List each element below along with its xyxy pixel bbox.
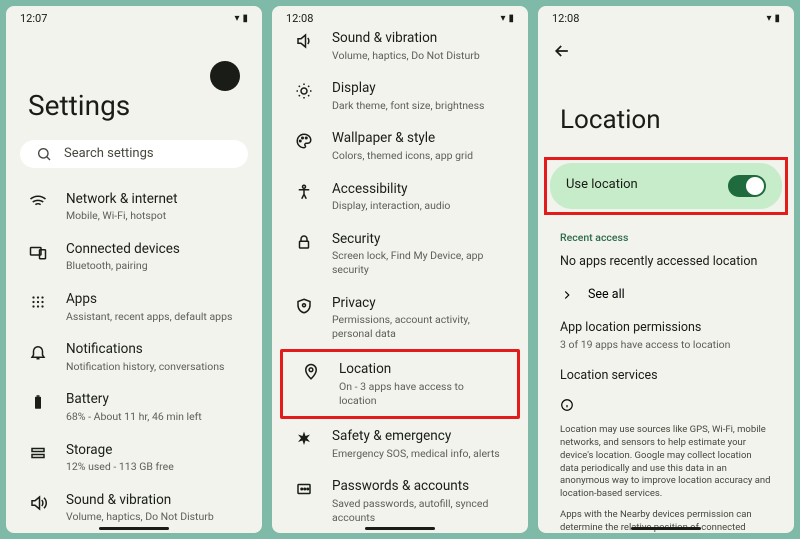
accessibility-icon — [294, 182, 314, 202]
highlight-location: LocationOn - 3 apps have access to locat… — [280, 349, 520, 419]
settings-scrolled-screen: 12:08 ▾▮ Sound & vibrationVolume, haptic… — [272, 6, 528, 533]
chevron-right-icon — [560, 288, 574, 302]
settings-item-display[interactable]: DisplayDark theme, font size, brightness — [276, 71, 524, 121]
settings-item-notifications[interactable]: NotificationsNotification history, conve… — [10, 332, 258, 382]
use-location-switch-on[interactable] — [728, 175, 766, 197]
settings-list: Sound & vibrationVolume, haptics, Do Not… — [272, 21, 528, 533]
settings-item-accessibility[interactable]: AccessibilityDisplay, interaction, audio — [276, 172, 524, 222]
page-title: Location — [538, 65, 794, 157]
settings-item-safety[interactable]: Safety & emergencyEmergency SOS, medical… — [276, 419, 524, 469]
settings-item-connected-devices[interactable]: Connected devicesBluetooth, pairing — [10, 232, 258, 282]
settings-item-passwords[interactable]: Passwords & accountsSaved passwords, aut… — [276, 469, 524, 533]
nav-handle[interactable] — [99, 527, 169, 530]
search-icon — [36, 146, 52, 162]
emergency-icon — [294, 429, 314, 449]
status-bar: 12:08 ▾▮ — [538, 6, 794, 27]
bell-icon — [28, 342, 48, 362]
settings-item-wallpaper[interactable]: Wallpaper & styleColors, themed icons, a… — [276, 121, 524, 171]
settings-item-sound[interactable]: Sound & vibrationVolume, haptics, Do Not… — [10, 483, 258, 533]
sound-icon — [294, 31, 314, 51]
wifi-icon — [28, 192, 48, 212]
search-settings-field[interactable]: Search settings — [20, 140, 248, 168]
battery-icon: ▮ — [774, 13, 780, 24]
storage-icon — [28, 443, 48, 463]
location-services[interactable]: Location services — [538, 364, 794, 398]
highlight-use-location: Use location — [544, 157, 788, 215]
wifi-icon: ▾ — [766, 13, 771, 24]
settings-item-battery[interactable]: Battery68% - About 11 hr, 46 min left — [10, 382, 258, 432]
devices-icon — [28, 242, 48, 262]
section-recent-access: Recent access — [538, 215, 794, 250]
location-icon — [301, 362, 321, 382]
settings-item-sound[interactable]: Sound & vibrationVolume, haptics, Do Not… — [276, 21, 524, 71]
nav-handle[interactable] — [365, 527, 435, 530]
location-note-1: Location may use sources like GPS, Wi-Fi… — [538, 424, 794, 501]
recent-access-empty: No apps recently accessed location — [538, 250, 794, 281]
profile-avatar[interactable] — [210, 61, 240, 91]
wifi-icon: ▾ — [234, 13, 239, 24]
lock-icon — [294, 232, 314, 252]
app-location-permissions[interactable]: App location permissions 3 of 19 apps ha… — [538, 316, 794, 364]
settings-list: Network & internetMobile, Wi-Fi, hotspot… — [6, 182, 262, 533]
nav-handle[interactable] — [631, 527, 701, 530]
settings-item-apps[interactable]: AppsAssistant, recent apps, default apps — [10, 282, 258, 332]
display-icon — [294, 81, 314, 101]
info-icon — [560, 398, 574, 412]
key-icon — [294, 479, 314, 499]
apps-icon — [28, 292, 48, 312]
info-icon-wrap — [538, 398, 794, 424]
settings-item-security[interactable]: SecurityScreen lock, Find My Device, app… — [276, 222, 524, 286]
settings-item-privacy[interactable]: PrivacyPermissions, account activity, pe… — [276, 286, 524, 350]
settings-main-screen: 12:07 ▾▮ Settings Search settings Networ… — [6, 6, 262, 533]
battery-icon — [28, 392, 48, 412]
see-all-button[interactable]: See all — [538, 281, 794, 316]
status-time: 12:08 — [552, 12, 579, 25]
back-button[interactable] — [538, 27, 794, 65]
privacy-icon — [294, 296, 314, 316]
palette-icon — [294, 131, 314, 151]
sound-icon — [28, 493, 48, 513]
status-time: 12:07 — [20, 12, 47, 25]
status-bar: 12:07 ▾▮ — [6, 6, 262, 27]
settings-item-storage[interactable]: Storage12% used - 113 GB free — [10, 433, 258, 483]
settings-item-network[interactable]: Network & internetMobile, Wi-Fi, hotspot — [10, 182, 258, 232]
location-settings-screen: 12:08 ▾▮ Location Use location Recent ac… — [538, 6, 794, 533]
use-location-toggle-row[interactable]: Use location — [550, 163, 782, 209]
battery-icon: ▮ — [242, 13, 248, 24]
settings-item-location[interactable]: LocationOn - 3 apps have access to locat… — [283, 352, 517, 416]
